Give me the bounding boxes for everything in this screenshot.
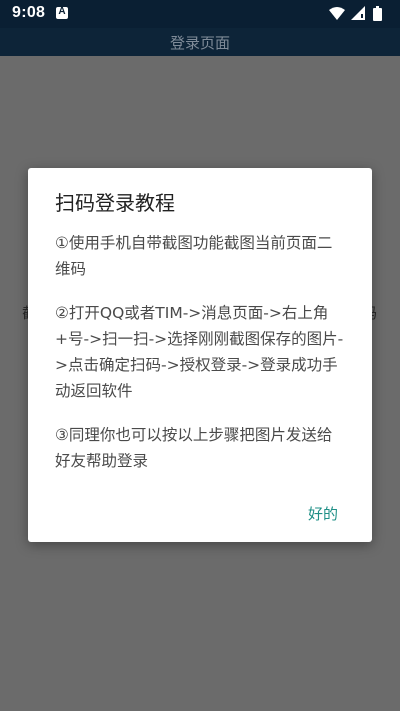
status-bar: 9:08 A xyxy=(0,0,400,28)
screen: 9:08 A 登录页面 截 码 扫码登录教程 xyxy=(0,0,400,711)
dialog-step-3: ③同理你也可以按以上步骤把图片发送给好友帮助登录 xyxy=(55,426,333,470)
tutorial-dialog: 扫码登录教程 ①使用手机自带截图功能截图当前页面二维码 ②打开QQ或者TIM->… xyxy=(28,168,372,542)
dialog-title: 扫码登录教程 xyxy=(55,191,175,215)
status-icons-svg xyxy=(329,6,382,21)
app-bar: 登录页面 xyxy=(0,28,400,56)
status-time: 9:08 xyxy=(12,4,46,21)
signal-icon xyxy=(351,6,365,20)
dialog-step-2: ②打开QQ或者TIM->消息页面->右上角+号->扫一扫->选择刚刚截图保存的图… xyxy=(55,304,344,400)
page-title: 登录页面 xyxy=(169,34,230,52)
wifi-icon xyxy=(329,7,345,20)
status-icons xyxy=(328,5,390,23)
dialog-step-1: ①使用手机自带截图功能截图当前页面二维码 xyxy=(55,234,333,278)
notification-icon: A xyxy=(56,6,68,19)
battery-icon xyxy=(373,6,382,21)
ok-button[interactable]: 好的 xyxy=(308,503,338,524)
notification-badge: A xyxy=(58,6,66,17)
